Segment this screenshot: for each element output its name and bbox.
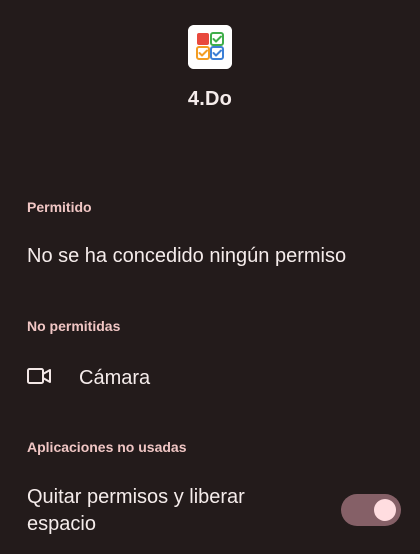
remove-permissions-label-line2: espacio — [27, 513, 96, 535]
remove-permissions-label-line1: Quitar permisos y liberar — [27, 486, 245, 508]
no-permissions-text: No se ha concedido ningún permiso — [27, 245, 347, 267]
section-title-allowed: Permitido — [27, 199, 92, 215]
checklist-app-icon — [188, 25, 232, 69]
remove-permissions-toggle[interactable] — [341, 494, 401, 526]
section-title-unused-apps: Aplicaciones no usadas — [27, 439, 187, 455]
permission-row-camera[interactable]: Cámara — [0, 350, 420, 404]
camera-icon — [27, 368, 51, 384]
section-title-not-allowed: No permitidas — [27, 318, 121, 334]
toggle-knob — [374, 499, 396, 521]
permission-label-camera: Cámara — [79, 367, 151, 389]
app-name: 4.Do — [187, 88, 233, 110]
app-header: 4.Do — [0, 0, 420, 130]
